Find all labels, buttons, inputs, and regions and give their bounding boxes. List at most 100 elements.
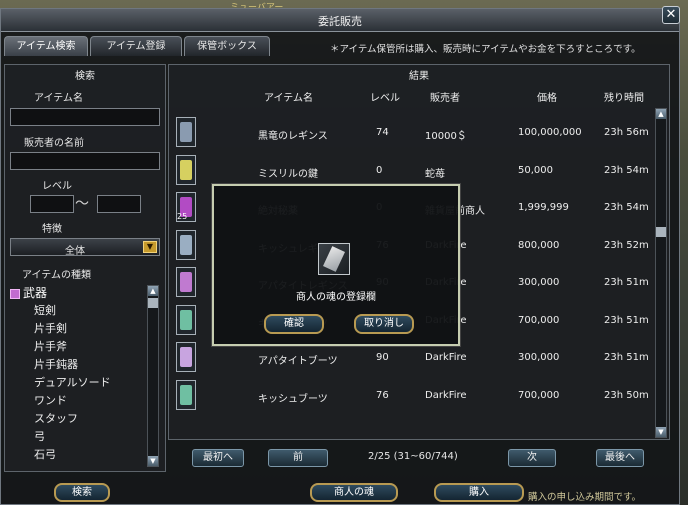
- type-item-staff[interactable]: スタッフ: [34, 410, 78, 428]
- category-gem-icon: [10, 288, 20, 299]
- price-cell[interactable]: 50,000: [518, 165, 553, 176]
- title-bar[interactable]: 委託販売: [1, 9, 679, 32]
- item-type-list: 武器 短剣 片手剣 片手斧 片手鈍器 デュアルソード ワンド スタッフ 弓 石弓: [10, 282, 160, 466]
- seller-cell[interactable]: DarkFire: [425, 352, 467, 363]
- item-image-icon: [180, 309, 192, 330]
- item-image-icon: [180, 159, 192, 180]
- item-icon[interactable]: [176, 229, 196, 260]
- dialog-label: 商人の魂の登録欄: [296, 292, 376, 303]
- cancel-button[interactable]: 取り消し: [354, 314, 414, 334]
- price-cell[interactable]: 100,000,000: [518, 127, 582, 138]
- tab-item-register[interactable]: アイテム登録: [90, 36, 182, 56]
- remaining-time-cell[interactable]: 23h 51m: [604, 277, 649, 288]
- feature-label: 特徴: [42, 224, 62, 235]
- col-level: レベル: [370, 93, 400, 104]
- item-icon[interactable]: [176, 379, 196, 410]
- price-cell[interactable]: 1,999,999: [518, 202, 569, 213]
- remaining-time-cell[interactable]: 23h 56m: [604, 127, 649, 138]
- item-name-input[interactable]: [11, 109, 159, 125]
- next-page-button[interactable]: 次: [508, 449, 556, 467]
- confirm-button[interactable]: 確認: [264, 314, 324, 334]
- seller-name-input[interactable]: [11, 153, 159, 169]
- results-scrollbar[interactable]: ▲ ▼: [655, 108, 667, 438]
- level-label: レベル: [42, 181, 72, 192]
- seller-name-field[interactable]: [10, 152, 160, 170]
- item-name-label: アイテム名: [34, 93, 83, 104]
- price-cell[interactable]: 800,000: [518, 240, 559, 251]
- merchant-soul-slot[interactable]: [318, 243, 350, 275]
- level-min-field[interactable]: [30, 195, 74, 213]
- bottom-status-text: 購入の申し込み期間です。: [528, 492, 642, 503]
- item-name-cell[interactable]: 黒竜のレギンス: [258, 127, 328, 142]
- col-seller: 販売者: [430, 93, 460, 104]
- level-cell[interactable]: 74: [376, 127, 389, 138]
- remaining-time-cell[interactable]: 23h 52m: [604, 240, 649, 251]
- item-icon[interactable]: [176, 342, 196, 372]
- type-category-weapon[interactable]: 武器: [10, 284, 47, 302]
- first-page-button[interactable]: 最初へ: [192, 449, 244, 467]
- item-name-cell[interactable]: アパタイトブーツ: [258, 352, 338, 367]
- col-remaining-time: 残り時間: [604, 93, 644, 104]
- tab-storage-box[interactable]: 保管ボックス: [184, 36, 270, 56]
- seller-cell[interactable]: DarkFire: [425, 390, 467, 401]
- type-list-scrollbar[interactable]: ▲ ▼: [147, 285, 159, 467]
- type-item-one-hand-sword[interactable]: 片手剣: [34, 320, 67, 338]
- item-icon[interactable]: [176, 267, 196, 297]
- item-icon[interactable]: [176, 117, 196, 147]
- search-button[interactable]: 検索: [54, 483, 110, 502]
- type-item-one-hand-blunt[interactable]: 片手鈍器: [34, 356, 78, 374]
- notice-text: ＊アイテム保管所は購入、販売時にアイテムやお金を下ろすところです。: [330, 44, 641, 55]
- level-cell[interactable]: 76: [376, 390, 389, 401]
- level-min-input[interactable]: [31, 196, 73, 212]
- level-cell[interactable]: 0: [376, 165, 382, 176]
- scroll-thumb[interactable]: [148, 298, 158, 308]
- scroll-up-icon[interactable]: ▲: [656, 109, 666, 119]
- item-quantity: 25: [177, 212, 188, 221]
- buy-button[interactable]: 購入: [434, 483, 524, 502]
- remaining-time-cell[interactable]: 23h 50m: [604, 390, 649, 401]
- remaining-time-cell[interactable]: 23h 54m: [604, 165, 649, 176]
- type-item-dual-sword[interactable]: デュアルソード: [34, 374, 111, 392]
- price-cell[interactable]: 700,000: [518, 315, 559, 326]
- last-page-button[interactable]: 最後へ: [596, 449, 644, 467]
- chevron-down-icon[interactable]: ▼: [143, 241, 157, 253]
- price-cell[interactable]: 300,000: [518, 352, 559, 363]
- remaining-time-cell[interactable]: 23h 51m: [604, 315, 649, 326]
- scroll-down-icon[interactable]: ▼: [656, 427, 666, 437]
- item-icon[interactable]: [176, 304, 196, 335]
- item-name-cell[interactable]: ミスリルの鍵: [258, 165, 318, 180]
- level-cell[interactable]: 90: [376, 352, 389, 363]
- seller-cell[interactable]: 蛇苺: [425, 165, 445, 180]
- remaining-time-cell[interactable]: 23h 51m: [604, 352, 649, 363]
- item-name-field[interactable]: [10, 108, 160, 126]
- tab-item-search[interactable]: アイテム検索: [4, 36, 88, 56]
- feature-dropdown[interactable]: 全体 ▼: [10, 238, 160, 257]
- col-price: 価格: [537, 93, 557, 104]
- item-image-icon: [180, 234, 192, 255]
- results-heading: 結果: [409, 71, 429, 82]
- item-icon[interactable]: [176, 154, 196, 185]
- type-item-wand[interactable]: ワンド: [34, 392, 67, 410]
- type-item-crossbow[interactable]: 石弓: [34, 446, 56, 464]
- type-item-one-hand-axe[interactable]: 片手斧: [34, 338, 67, 356]
- price-cell[interactable]: 300,000: [518, 277, 559, 288]
- scroll-down-icon[interactable]: ▼: [148, 456, 158, 466]
- seller-cell[interactable]: 10000＄: [425, 127, 467, 142]
- level-max-input[interactable]: [98, 196, 140, 212]
- scroll-thumb[interactable]: [656, 227, 666, 237]
- scroll-up-icon[interactable]: ▲: [148, 286, 158, 296]
- merchant-soul-button[interactable]: 商人の魂: [310, 483, 398, 502]
- col-item-name: アイテム名: [264, 93, 313, 104]
- item-icon[interactable]: 25: [176, 192, 196, 222]
- remaining-time-cell[interactable]: 23h 54m: [604, 202, 649, 213]
- type-item-bow[interactable]: 弓: [34, 428, 45, 446]
- item-image-icon: [180, 272, 192, 292]
- level-max-field[interactable]: [97, 195, 141, 213]
- type-item-label: 武器: [23, 286, 48, 300]
- seller-name-label: 販売者の名前: [24, 138, 84, 149]
- close-icon[interactable]: ✕: [662, 6, 680, 24]
- price-cell[interactable]: 700,000: [518, 390, 559, 401]
- type-item-dagger[interactable]: 短剣: [34, 302, 56, 320]
- item-name-cell[interactable]: キッシュブーツ: [258, 390, 328, 405]
- prev-page-button[interactable]: 前: [268, 449, 328, 467]
